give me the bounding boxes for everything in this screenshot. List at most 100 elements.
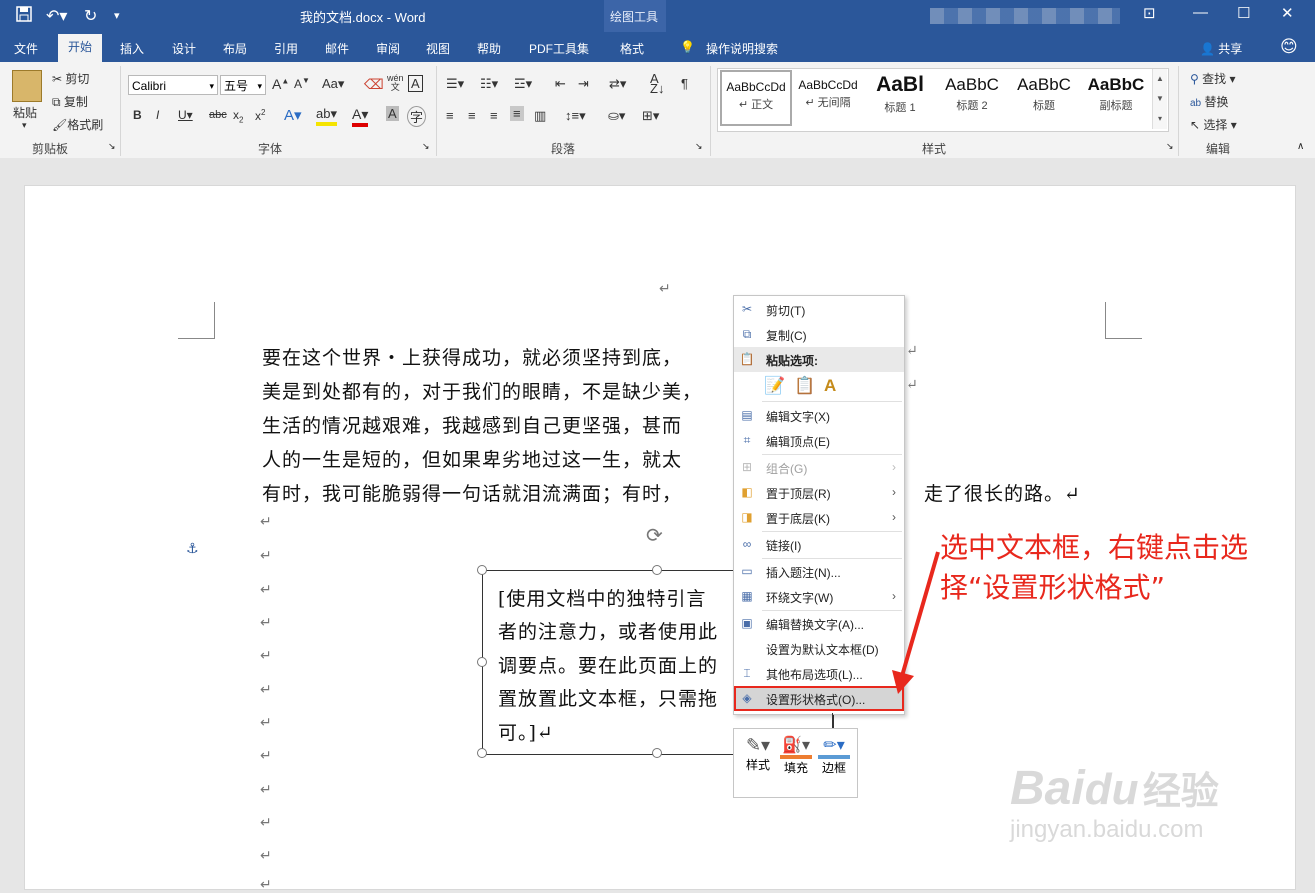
- font-name-select[interactable]: Calibri ▾: [128, 75, 218, 95]
- tab-file[interactable]: 文件: [14, 40, 38, 57]
- tab-design[interactable]: 设计: [172, 40, 196, 57]
- tab-references[interactable]: 引用: [274, 40, 298, 57]
- subscript-icon[interactable]: x2: [233, 108, 243, 124]
- resize-handle[interactable]: [477, 565, 487, 575]
- paste-icon[interactable]: [12, 70, 42, 102]
- rotate-handle-icon[interactable]: ⟳: [646, 523, 663, 548]
- tab-mailings[interactable]: 邮件: [325, 40, 349, 57]
- italic-icon[interactable]: I: [156, 108, 159, 122]
- font-size-select[interactable]: 五号 ▾: [220, 75, 266, 95]
- shrink-font-icon[interactable]: A▼: [294, 76, 310, 91]
- styles-launcher-icon[interactable]: ↘: [1166, 141, 1174, 152]
- style-heading-2[interactable]: AaBbC 标题 2: [936, 70, 1008, 126]
- share-button[interactable]: 👤 共享: [1200, 40, 1242, 57]
- shading-icon[interactable]: ⛀▾: [608, 108, 625, 124]
- show-marks-icon[interactable]: ¶: [681, 76, 688, 91]
- distributed-icon[interactable]: ▥: [534, 108, 546, 124]
- tab-pdf-tools[interactable]: PDF工具集: [529, 40, 589, 57]
- menu-item-more-layout[interactable]: ⌶ 其他布局选项(L)...: [734, 661, 904, 686]
- maximize-icon[interactable]: ☐: [1237, 4, 1250, 22]
- style-heading-1[interactable]: AaBl 标题 1: [864, 70, 936, 126]
- menu-item-set-default-textbox[interactable]: 设置为默认文本框(D): [734, 636, 904, 661]
- tab-insert[interactable]: 插入: [120, 40, 144, 57]
- styles-scroll[interactable]: ▲ ▼ ▾: [1152, 69, 1167, 129]
- collapse-ribbon-icon[interactable]: ∧: [1297, 141, 1304, 152]
- chinese-layout-icon[interactable]: ⇄▾: [609, 76, 626, 92]
- tab-view[interactable]: 视图: [426, 40, 450, 57]
- borders-icon[interactable]: ⊞▾: [642, 108, 659, 124]
- tab-home[interactable]: 开始: [58, 34, 103, 62]
- change-case-icon[interactable]: Aa▾: [322, 76, 344, 92]
- char-shading-icon[interactable]: A: [386, 106, 399, 121]
- grow-font-icon[interactable]: A▲: [272, 76, 289, 92]
- tab-format[interactable]: 格式: [620, 40, 644, 57]
- smiley-feedback-icon[interactable]: 😊: [1280, 37, 1298, 57]
- clear-format-icon[interactable]: ⌫: [364, 76, 384, 93]
- resize-handle[interactable]: [652, 748, 662, 758]
- multilevel-list-icon[interactable]: ☲▾: [514, 76, 532, 92]
- align-center-icon[interactable]: ≡: [468, 108, 476, 123]
- enclose-char-icon[interactable]: 字: [407, 106, 427, 127]
- paste-text-only-icon[interactable]: A: [824, 376, 836, 396]
- mini-outline-button[interactable]: ✏▾ 边框: [818, 735, 850, 777]
- menu-item-edit-points[interactable]: ⌗ 编辑顶点(E): [734, 428, 904, 453]
- paste-merge-format-icon[interactable]: 📋: [794, 376, 815, 396]
- mini-style-button[interactable]: ✎▾ 样式: [742, 735, 774, 774]
- sort-icon[interactable]: A Z↓: [650, 72, 664, 95]
- menu-item-format-shape[interactable]: ◈ 设置形状格式(O)...: [734, 686, 904, 711]
- tab-layout[interactable]: 布局: [223, 40, 247, 57]
- tab-help[interactable]: 帮助: [477, 40, 501, 57]
- menu-item-send-to-back[interactable]: ◨ 置于底层(K) ›: [734, 505, 904, 530]
- line-spacing-icon[interactable]: ↕≡▾: [565, 108, 586, 124]
- menu-item-insert-caption[interactable]: ▭ 插入题注(N)...: [734, 559, 904, 584]
- style-normal[interactable]: AaBbCcDd ↵ 正文: [720, 70, 792, 126]
- select-button[interactable]: ↖ 选择 ▾: [1190, 116, 1237, 133]
- strikethrough-icon[interactable]: abc: [209, 109, 227, 121]
- bullets-icon[interactable]: ☰▾: [446, 76, 464, 92]
- undo-icon[interactable]: ↶▾: [46, 6, 67, 26]
- resize-handle[interactable]: [477, 657, 487, 667]
- replace-button[interactable]: ab 替换: [1190, 93, 1228, 110]
- font-color-icon[interactable]: A▾: [352, 106, 369, 127]
- text-effects-icon[interactable]: A▾: [284, 106, 302, 124]
- bold-icon[interactable]: B: [133, 108, 142, 122]
- menu-item-wrap-text[interactable]: ▦ 环绕文字(W) ›: [734, 584, 904, 609]
- paragraph-launcher-icon[interactable]: ↘: [695, 141, 703, 152]
- customize-qat-icon[interactable]: ▾: [114, 9, 120, 22]
- tab-review[interactable]: 审阅: [376, 40, 400, 57]
- highlight-icon[interactable]: ab▾: [316, 106, 337, 126]
- phonetic-guide-icon[interactable]: wén 文: [387, 74, 404, 92]
- align-left-icon[interactable]: ≡: [446, 108, 454, 123]
- char-border-icon[interactable]: A: [408, 75, 423, 92]
- paste-keep-source-icon[interactable]: 📝: [764, 376, 785, 396]
- ribbon-display-icon[interactable]: ⊡: [1143, 4, 1156, 22]
- resize-handle[interactable]: [477, 748, 487, 758]
- style-no-spacing[interactable]: AaBbCcDd ↵ 无间隔: [792, 70, 864, 126]
- paste-button[interactable]: 粘贴: [13, 104, 37, 121]
- menu-item-edit-alt-text[interactable]: ▣ 编辑替换文字(A)...: [734, 611, 904, 636]
- font-launcher-icon[interactable]: ↘: [422, 141, 430, 152]
- style-subtitle[interactable]: AaBbC 副标题: [1080, 70, 1152, 126]
- resize-handle[interactable]: [652, 565, 662, 575]
- increase-indent-icon[interactable]: ⇥: [578, 76, 589, 92]
- paste-dropdown-icon[interactable]: ▾: [22, 120, 27, 131]
- menu-item-copy[interactable]: ⧉ 复制(C): [734, 322, 904, 347]
- align-right-icon[interactable]: ≡: [490, 108, 498, 123]
- save-icon[interactable]: [16, 6, 32, 27]
- menu-item-link[interactable]: ∞ 链接(I): [734, 532, 904, 557]
- menu-item-bring-to-front[interactable]: ◧ 置于顶层(R) ›: [734, 480, 904, 505]
- clipboard-launcher-icon[interactable]: ↘: [108, 141, 116, 152]
- underline-icon[interactable]: U▾: [178, 108, 193, 122]
- superscript-icon[interactable]: x2: [255, 108, 265, 123]
- copy-button[interactable]: ⧉ 复制: [52, 93, 88, 110]
- format-painter-button[interactable]: 🖌格式刷: [52, 116, 103, 133]
- decrease-indent-icon[interactable]: ⇤: [555, 76, 566, 92]
- find-button[interactable]: ⚲ 查找 ▾: [1190, 70, 1236, 87]
- redo-icon[interactable]: ↻: [84, 6, 97, 26]
- menu-item-cut[interactable]: ✂ 剪切(T): [734, 297, 904, 322]
- numbering-icon[interactable]: ☷▾: [480, 76, 498, 92]
- tell-me-search[interactable]: 操作说明搜索: [706, 40, 778, 57]
- close-icon[interactable]: ✕: [1281, 4, 1294, 22]
- minimize-icon[interactable]: —: [1193, 4, 1208, 21]
- mini-fill-button[interactable]: ⛽▾ 填充: [780, 735, 812, 777]
